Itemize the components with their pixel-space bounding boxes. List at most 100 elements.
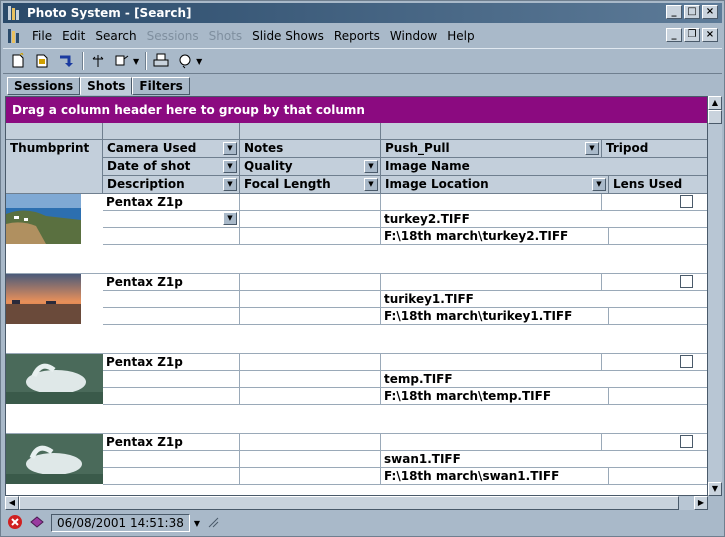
title-bar[interactable]: Photo System - [Search] _ □ × [3, 3, 722, 23]
chevron-down-icon[interactable]: ▼ [364, 160, 378, 173]
menu-file[interactable]: File [27, 29, 57, 43]
notes-cell[interactable] [240, 354, 381, 371]
horizontal-scroll-thumb[interactable] [19, 496, 679, 510]
scroll-up-icon[interactable]: ▲ [708, 96, 722, 110]
menu-window[interactable]: Window [385, 29, 442, 43]
new-icon[interactable] [7, 51, 29, 71]
image-location-cell[interactable]: F:\18th march\turikey1.TIFF [381, 308, 609, 325]
camera-cell[interactable]: Pentax Z1p [103, 194, 240, 211]
quality-cell[interactable] [240, 211, 381, 228]
menu-shots[interactable]: Shots [204, 29, 248, 43]
tab-sessions[interactable]: Sessions [7, 77, 81, 95]
tripod-cell[interactable] [602, 194, 707, 211]
camera-cell[interactable]: Pentax Z1p [103, 354, 240, 371]
camera-cell[interactable]: Pentax Z1p [103, 274, 240, 291]
menu-edit[interactable]: Edit [57, 29, 90, 43]
thumbnail-image[interactable] [6, 354, 103, 404]
split-icon[interactable] [87, 51, 109, 71]
chevron-down-icon[interactable]: ▼ [364, 178, 378, 191]
vertical-scrollbar[interactable]: ▲ ▼ [708, 96, 722, 496]
mdi-minimize-button[interactable]: _ [666, 28, 682, 42]
chevron-down-icon[interactable]: ▼ [223, 160, 237, 173]
print-icon[interactable] [150, 51, 172, 71]
tab-shots[interactable]: Shots [80, 77, 133, 95]
tripod-checkbox[interactable] [680, 195, 693, 208]
header-quality[interactable]: Quality ▼ [240, 158, 381, 176]
tripod-checkbox[interactable] [680, 435, 693, 448]
header-description[interactable]: Description ▼ [103, 176, 240, 194]
thumbnail-image[interactable] [6, 274, 81, 324]
lens-used-cell[interactable] [609, 308, 707, 325]
close-button[interactable]: × [702, 5, 718, 19]
push-pull-cell[interactable] [381, 194, 602, 211]
header-lens-used[interactable]: Lens Used [609, 176, 707, 194]
date-cell[interactable]: ▼ [103, 211, 240, 228]
image-location-cell[interactable]: F:\18th march\temp.TIFF [381, 388, 609, 405]
tripod-checkbox[interactable] [680, 355, 693, 368]
new-shot-icon[interactable] [31, 51, 53, 71]
description-cell[interactable] [103, 468, 240, 485]
lens-used-cell[interactable] [609, 388, 707, 405]
header-thumbprint[interactable]: Thumbprint [6, 140, 103, 194]
vertical-scroll-thumb[interactable] [708, 110, 722, 124]
scroll-down-icon[interactable]: ▼ [708, 482, 722, 496]
header-camera-used[interactable]: Camera Used ▼ [103, 140, 240, 158]
focal-length-cell[interactable] [240, 308, 381, 325]
image-location-cell[interactable]: F:\18th march\swan1.TIFF [381, 468, 609, 485]
return-arrow-icon[interactable] [55, 51, 77, 71]
menu-reports[interactable]: Reports [329, 29, 385, 43]
thumbnail-image[interactable] [6, 194, 81, 244]
image-name-cell[interactable]: turkey2.TIFF [381, 211, 707, 228]
quality-cell[interactable] [240, 371, 381, 388]
camera-cell[interactable]: Pentax Z1p [103, 434, 240, 451]
chevron-down-icon[interactable]: ▼ [585, 142, 599, 155]
menu-help[interactable]: Help [442, 29, 479, 43]
menu-slide-shows[interactable]: Slide Shows [247, 29, 329, 43]
status-dropdown-icon[interactable]: ▼ [194, 519, 200, 528]
date-cell[interactable] [103, 451, 240, 468]
database-icon[interactable] [29, 514, 45, 533]
tripod-cell[interactable] [602, 434, 707, 451]
notes-cell[interactable] [240, 274, 381, 291]
push-pull-cell[interactable] [381, 434, 602, 451]
header-date-of-shot[interactable]: Date of shot ▼ [103, 158, 240, 176]
header-image-name[interactable]: Image Name [381, 158, 707, 176]
menu-sessions[interactable]: Sessions [142, 29, 204, 43]
description-cell[interactable] [103, 228, 240, 245]
menu-search[interactable]: Search [90, 29, 141, 43]
chevron-down-icon[interactable]: ▼ [223, 178, 237, 191]
notes-cell[interactable] [240, 434, 381, 451]
chevron-down-icon[interactable]: ▼ [592, 178, 606, 191]
maximize-button[interactable]: □ [684, 5, 700, 19]
header-focal-length[interactable]: Focal Length ▼ [240, 176, 381, 194]
description-cell[interactable] [103, 308, 240, 325]
tripod-cell[interactable] [602, 274, 707, 291]
tripod-checkbox[interactable] [680, 275, 693, 288]
image-name-cell[interactable]: temp.TIFF [381, 371, 707, 388]
focal-length-cell[interactable] [240, 228, 381, 245]
lens-used-cell[interactable] [609, 228, 707, 245]
header-push-pull[interactable]: Push_Pull ▼ [381, 140, 602, 158]
stop-icon[interactable] [7, 514, 23, 533]
horizontal-scrollbar[interactable]: ◀ ▶ [5, 496, 708, 510]
tools-dropdown-icon[interactable]: ▼ [133, 57, 139, 66]
date-cell[interactable] [103, 291, 240, 308]
description-cell[interactable] [103, 388, 240, 405]
tools-icon[interactable] [111, 51, 133, 71]
chevron-down-icon[interactable]: ▼ [223, 142, 237, 155]
resize-grip-icon[interactable] [207, 516, 219, 531]
thumbnail-image[interactable] [6, 434, 103, 484]
image-location-cell[interactable]: F:\18th march\turkey2.TIFF [381, 228, 609, 245]
help-icon[interactable] [174, 51, 196, 71]
image-name-cell[interactable]: swan1.TIFF [381, 451, 707, 468]
header-image-location[interactable]: Image Location ▼ [381, 176, 609, 194]
quality-cell[interactable] [240, 451, 381, 468]
minimize-button[interactable]: _ [666, 5, 682, 19]
help-dropdown-icon[interactable]: ▼ [196, 57, 202, 66]
focal-length-cell[interactable] [240, 468, 381, 485]
document-icon[interactable] [7, 28, 23, 44]
scroll-right-icon[interactable]: ▶ [694, 496, 708, 510]
group-by-bar[interactable]: Drag a column header here to group by th… [6, 97, 707, 123]
tab-filters[interactable]: Filters [132, 77, 190, 95]
header-tripod[interactable]: Tripod [602, 140, 707, 158]
